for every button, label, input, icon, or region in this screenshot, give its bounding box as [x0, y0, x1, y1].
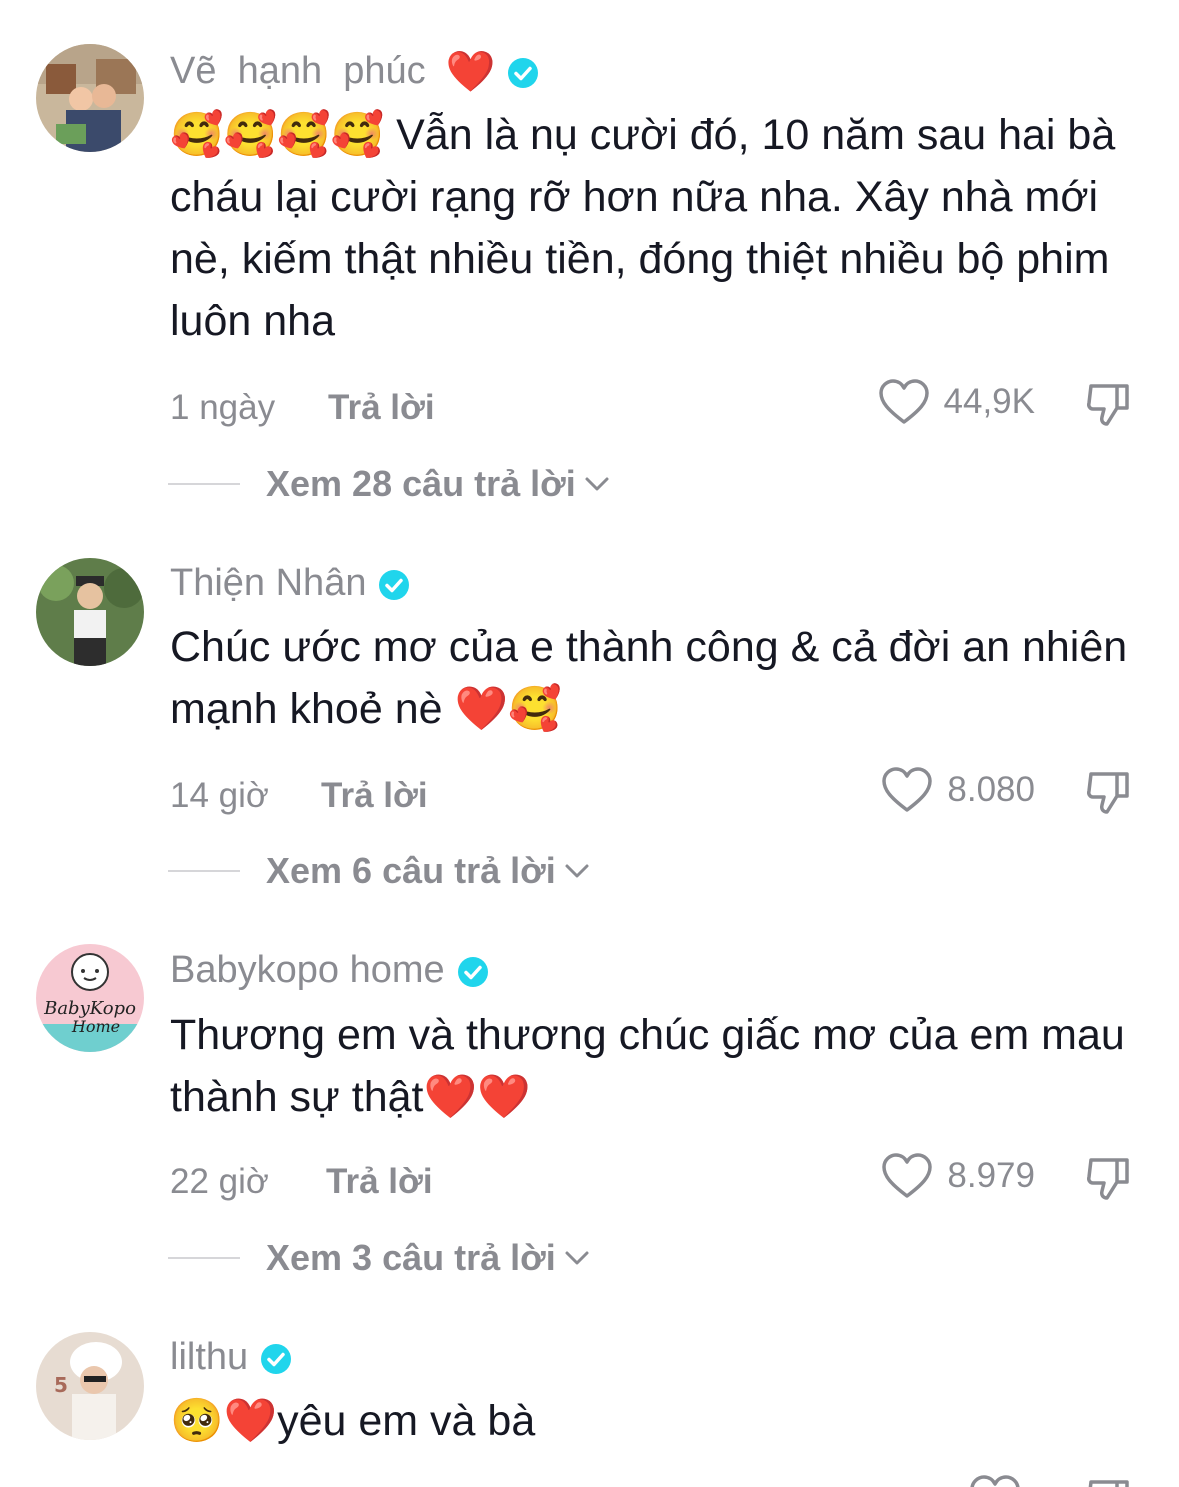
- like-button[interactable]: 8.979: [881, 1152, 1035, 1200]
- username-text: lilthu: [170, 1336, 249, 1378]
- dislike-button[interactable]: [1083, 378, 1135, 439]
- username[interactable]: Babykopo home: [170, 949, 489, 992]
- avatar-image: [36, 44, 144, 152]
- username-text: Babykopo home: [170, 949, 445, 991]
- avatar-image: [36, 558, 144, 666]
- heart-emoji: ❤️: [445, 50, 496, 94]
- like-count: 44,9K: [943, 382, 1035, 421]
- username[interactable]: Vẽ hạnh phúc ❤️: [170, 48, 539, 95]
- chevron-down-icon: [585, 477, 609, 491]
- comment-meta: 14 giờ Trả lời 8.080: [170, 766, 1135, 826]
- username-text: Vẽ hạnh phúc: [170, 50, 426, 92]
- reply-button[interactable]: Trả lời: [326, 1162, 433, 1202]
- view-replies-button[interactable]: Xem 3 câu trả lời: [168, 1236, 590, 1280]
- comment-text: 🥰🥰🥰🥰 Vẫn là nụ cười đó, 10 năm sau hai b…: [170, 111, 1128, 345]
- divider-line: [168, 483, 240, 485]
- view-replies-button[interactable]: Xem 28 câu trả lời: [168, 462, 610, 506]
- comment-text: Chúc ước mơ của e thành công & cả đời an…: [170, 623, 1140, 733]
- username-text: Thiện Nhân: [170, 562, 367, 604]
- view-replies-label: Xem 28 câu trả lời: [266, 463, 576, 504]
- view-replies-label: Xem 3 câu trả lời: [266, 1237, 556, 1278]
- comment-time: 22 giờ: [170, 1162, 269, 1201]
- verified-icon: [260, 1342, 292, 1374]
- avatar-image: 5: [36, 1332, 144, 1440]
- thumbs-down-icon: [1087, 1158, 1129, 1200]
- view-replies-button[interactable]: Xem 6 câu trả lời: [168, 849, 590, 893]
- reply-button[interactable]: Trả lời: [321, 776, 428, 816]
- like-button[interactable]: 8.080: [881, 766, 1035, 814]
- view-replies-label: Xem 6 câu trả lời: [266, 850, 556, 891]
- svg-text:BabyKopo: BabyKopo: [43, 998, 136, 1019]
- thumbs-down-icon: [1087, 384, 1129, 426]
- thumbs-down-icon: [1087, 772, 1129, 814]
- divider-line: [168, 1257, 240, 1259]
- heart-outline-icon: [970, 1475, 1020, 1487]
- avatar[interactable]: BabyKopo Home: [36, 944, 144, 1052]
- verified-icon: [457, 955, 489, 987]
- comment-text: 🥺❤️yêu em và bà: [170, 1397, 536, 1445]
- dislike-button[interactable]: [1083, 1152, 1135, 1213]
- thumbs-down-icon: [1088, 1480, 1129, 1487]
- heart-outline-icon: [882, 1153, 933, 1198]
- avatar-image: BabyKopo Home: [36, 944, 144, 1052]
- comment-meta: 22 giờ Trả lời 8.979: [170, 1152, 1135, 1212]
- dislike-button[interactable]: [1083, 766, 1135, 827]
- heart-outline-icon: [882, 767, 933, 812]
- chevron-down-icon: [565, 1251, 589, 1265]
- like-button[interactable]: [969, 1474, 1035, 1487]
- verified-icon: [378, 568, 410, 600]
- comment-text: Thương em và thương chúc giấc mơ của em …: [170, 1011, 1137, 1121]
- comment-meta: 1 ngày Trả lời 44,9K: [170, 378, 1135, 438]
- comment-time: 1 ngày: [170, 388, 276, 427]
- like-count: 8.080: [947, 770, 1035, 809]
- svg-text:Home: Home: [71, 1017, 120, 1036]
- avatar[interactable]: [36, 44, 144, 152]
- verified-icon: [507, 56, 539, 88]
- divider-line: [168, 870, 240, 872]
- comment-time: 14 giờ: [170, 776, 269, 815]
- reply-button[interactable]: Trả lời: [328, 388, 435, 428]
- like-count: 8.979: [947, 1156, 1035, 1195]
- like-button[interactable]: 44,9K: [878, 378, 1035, 426]
- svg-text:5: 5: [54, 1373, 68, 1397]
- comment-meta: [170, 1474, 1135, 1487]
- dislike-button[interactable]: [1083, 1474, 1135, 1487]
- avatar[interactable]: 5: [36, 1332, 144, 1440]
- avatar[interactable]: [36, 558, 144, 666]
- username[interactable]: lilthu: [170, 1336, 292, 1379]
- chevron-down-icon: [565, 864, 589, 878]
- username[interactable]: Thiện Nhân: [170, 562, 410, 605]
- heart-outline-icon: [878, 379, 929, 424]
